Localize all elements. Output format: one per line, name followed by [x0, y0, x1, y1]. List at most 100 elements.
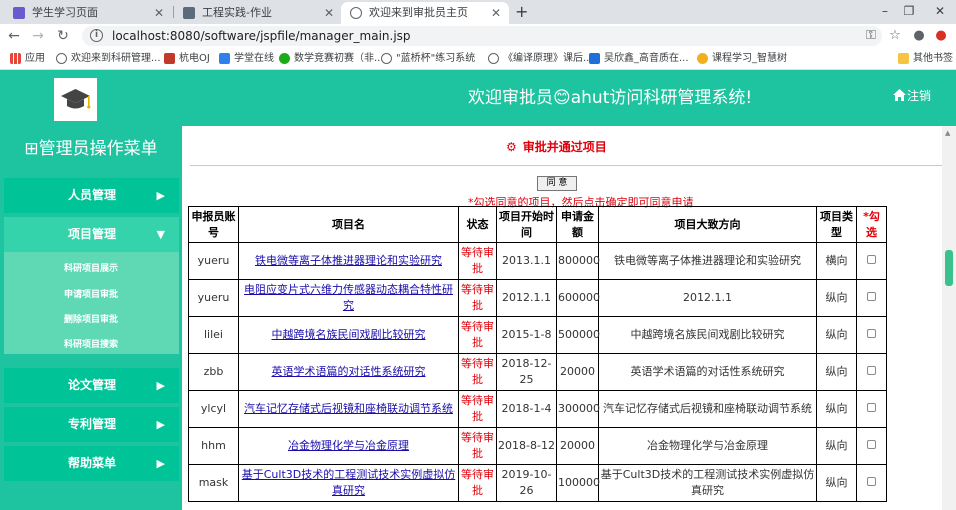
menu-item-label: 帮助菜单 [68, 456, 117, 470]
cell-amount: 600000 [556, 279, 600, 317]
logout-link[interactable]: 注销 [893, 87, 931, 104]
column-header: 项目类型 [816, 206, 857, 243]
bookmark-item[interactable]: 《编译原理》课后... [488, 48, 593, 70]
menu-item-personnel[interactable]: 人员管理 ▶ [4, 178, 179, 213]
star-icon[interactable]: ☆ [886, 27, 904, 45]
restore-button[interactable]: ❐ [898, 0, 920, 22]
menu-item-label: 人员管理 [68, 188, 117, 202]
url-text[interactable]: localhost:8080/software/jspfile/manager_… [112, 26, 411, 46]
home-icon [893, 89, 906, 101]
cell-project-name: 中越跨境名族民间戏剧比较研究 [238, 316, 459, 354]
cell-type: 纵向 [816, 353, 857, 391]
cell-direction: 基于Cult3D技术的工程测试技术实例虚拟仿真研究 [598, 464, 817, 502]
key-icon[interactable]: ⚿ [862, 27, 880, 45]
submenu-item-project-list[interactable]: 科研项目展示 [64, 261, 118, 274]
cell-select [856, 353, 887, 391]
back-arrow-icon[interactable]: ← [4, 26, 24, 46]
address-bar[interactable]: i localhost:8080/software/jspfile/manage… [82, 26, 882, 46]
menu-item-label: 论文管理 [68, 378, 117, 392]
bookmark-item[interactable]: 课程学习_智慧树 [697, 48, 787, 70]
bookmark-item[interactable]: 欢迎来到科研管理... [56, 48, 161, 70]
project-link[interactable]: 冶金物理化学与冶金原理 [288, 439, 409, 452]
agree-button[interactable]: 同 意 [537, 176, 577, 191]
vertical-scrollbar[interactable]: ▲ [942, 126, 956, 510]
apps-grid-icon [10, 53, 21, 64]
cell-start: 2012.1.1 [496, 279, 557, 317]
cell-project-name: 英语学术语篇的对话性系统研究 [238, 353, 459, 391]
close-icon[interactable]: ✕ [324, 2, 334, 24]
browser-tab-1[interactable]: 学生学习页面 ✕ [4, 2, 172, 24]
bookmark-other[interactable]: 其他书签 [898, 48, 953, 70]
submenu-item-project-search[interactable]: 科研项目搜索 [64, 337, 118, 350]
table-row: zbb 英语学术语篇的对话性系统研究 等待审批 2018-12-25 20000… [188, 353, 887, 391]
bookmark-item[interactable]: "蓝桥杯"练习系统 [381, 48, 475, 70]
bookmarks-bar: 应用 欢迎来到科研管理... 杭电OJ 学堂在线 数学竞赛初赛（非... "蓝桥… [0, 48, 956, 70]
cell-status: 等待审批 [458, 353, 497, 391]
close-icon[interactable]: ✕ [154, 2, 164, 24]
project-link[interactable]: 汽车记忆存储式后视镜和座椅联动调节系统 [244, 402, 453, 415]
select-checkbox[interactable] [867, 477, 876, 486]
cell-type: 纵向 [816, 390, 857, 428]
column-header: 项目开始时间 [496, 206, 557, 243]
select-checkbox[interactable] [867, 366, 876, 375]
browser-tab-2[interactable]: 工程实践-作业 ✕ [174, 2, 342, 24]
cell-type: 纵向 [816, 279, 857, 317]
forward-arrow-icon[interactable]: → [28, 26, 48, 46]
account-icon[interactable]: ● [910, 27, 928, 45]
bookmark-item[interactable]: 数学竞赛初赛（非... [279, 48, 384, 70]
project-link[interactable]: 英语学术语篇的对话性系统研究 [272, 365, 426, 378]
window-close-button[interactable]: ✕ [929, 0, 951, 22]
reload-icon[interactable]: ↻ [53, 26, 73, 46]
bookmark-item[interactable]: 吴欣鑫_高音质在... [589, 48, 689, 70]
scrollbar-thumb[interactable] [945, 250, 953, 286]
new-tab-button[interactable]: + [515, 2, 528, 22]
cell-amount: 800000 [556, 242, 600, 280]
site-favicon-icon [164, 53, 175, 64]
column-header: 申报员账号 [188, 206, 239, 243]
cell-start: 2015-1-8 [496, 316, 557, 354]
bookmark-item[interactable]: 学堂在线 [219, 48, 274, 70]
page-title-text: 审批并通过项目 [522, 140, 607, 154]
select-checkbox[interactable] [867, 440, 876, 449]
column-header: 状态 [458, 206, 497, 243]
logo [54, 78, 97, 121]
cell-account: lilei [188, 316, 239, 354]
scroll-up-icon[interactable]: ▲ [945, 129, 950, 137]
cell-status: 等待审批 [458, 427, 497, 465]
project-link[interactable]: 铁电微等离子体推进器理论和实验研究 [255, 254, 442, 267]
menu-item-patents[interactable]: 专利管理 ▶ [4, 407, 179, 442]
wechat-icon [279, 53, 290, 64]
select-checkbox[interactable] [867, 403, 876, 412]
select-checkbox[interactable] [867, 255, 876, 264]
project-link[interactable]: 中越跨境名族民间戏剧比较研究 [272, 328, 426, 341]
cell-type: 纵向 [816, 427, 857, 465]
project-link[interactable]: 电阻应变片式六维力传感器动态耦合特性研究 [244, 283, 453, 312]
menu-item-projects[interactable]: 项目管理 ▼ [4, 217, 179, 252]
address-toolbar: ← → ↻ i localhost:8080/software/jspfile/… [0, 24, 956, 48]
column-header: 项目大致方向 [598, 206, 817, 243]
select-checkbox[interactable] [867, 292, 876, 301]
bookmark-item[interactable]: 杭电OJ [164, 48, 210, 70]
globe-icon [350, 7, 362, 19]
browser-tab-3[interactable]: 欢迎来到审批员主页 ✕ [341, 2, 509, 24]
menu-item-help[interactable]: 帮助菜单 ▶ [4, 446, 179, 481]
cell-select [856, 390, 887, 428]
info-icon[interactable]: i [90, 29, 103, 42]
logout-label: 注销 [907, 89, 932, 103]
close-icon[interactable]: ✕ [491, 2, 501, 24]
cell-project-name: 冶金物理化学与冶金原理 [238, 427, 459, 465]
cell-direction: 铁电微等离子体推进器理论和实验研究 [598, 242, 817, 280]
page-header: 欢迎审批员😊ahut访问科研管理系统! 注销 [0, 70, 956, 126]
submenu-item-delete-approval[interactable]: 删除项目审批 [64, 312, 118, 325]
menu-item-papers[interactable]: 论文管理 ▶ [4, 368, 179, 403]
table-row: hhm 冶金物理化学与冶金原理 等待审批 2018-8-12 20000 冶金物… [188, 427, 887, 465]
submenu-item-approve-request[interactable]: 申请项目审批 [64, 287, 118, 300]
cell-direction: 2012.1.1 [598, 279, 817, 317]
select-checkbox[interactable] [867, 329, 876, 338]
minimize-button[interactable]: – [874, 0, 896, 22]
table-row: yueru 铁电微等离子体推进器理论和实验研究 等待审批 2013.1.1 80… [188, 242, 887, 280]
table-header-row: 申报员账号 项目名 状态 项目开始时间 申请金额 项目大致方向 项目类型 *勾选 [188, 206, 887, 243]
project-link[interactable]: 基于Cult3D技术的工程测试技术实例虚拟仿真研究 [242, 468, 456, 497]
bookmark-apps[interactable]: 应用 [10, 48, 45, 70]
menu-icon[interactable]: ● [932, 27, 950, 45]
